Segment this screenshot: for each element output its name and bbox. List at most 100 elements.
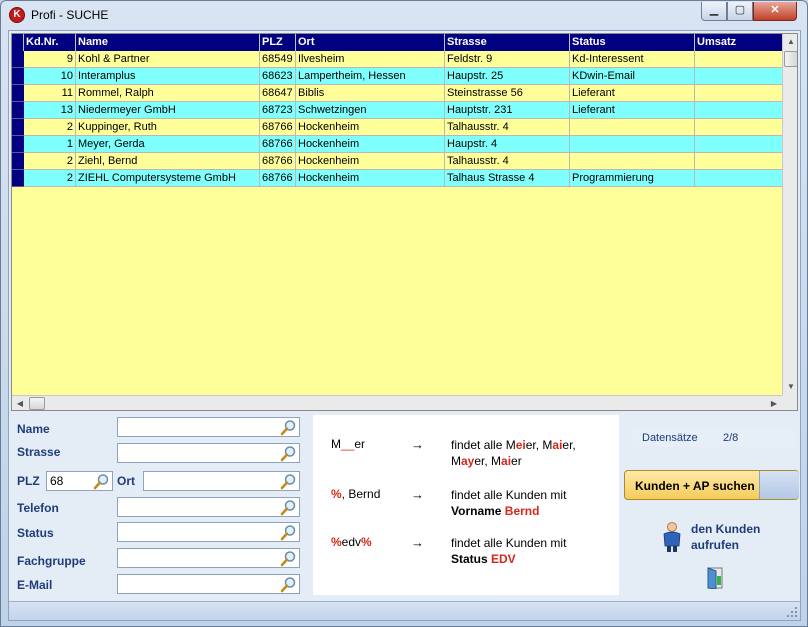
title-bar[interactable]: K Profi - SUCHE ▁ ▢ ✕ (1, 1, 807, 29)
cell-ort: Hockenheim (296, 136, 445, 153)
scroll-corner (782, 395, 797, 410)
column-header-strasse[interactable]: Strasse (445, 34, 570, 51)
search-icon[interactable] (280, 524, 297, 541)
app-logo-icon: K (9, 7, 25, 23)
name-field[interactable] (117, 417, 300, 437)
status-input[interactable] (118, 523, 277, 541)
table-row[interactable]: 9 Kohl & Partner 68549 Ilvesheim Feldstr. 9K… (12, 51, 795, 68)
cell-name: Meyer, Gerda (76, 136, 260, 153)
search-icon[interactable] (280, 576, 297, 593)
row-indicator[interactable] (12, 170, 24, 187)
cell-kdnr: 1 (24, 136, 76, 153)
strasse-field[interactable] (117, 443, 300, 463)
column-header-plz[interactable]: PLZ (260, 34, 296, 51)
fachgruppe-field[interactable] (117, 548, 300, 568)
scroll-up-icon[interactable]: ▲ (783, 34, 797, 50)
arrow-right-icon: → (411, 437, 424, 452)
row-indicator[interactable] (12, 136, 24, 153)
exit-door-icon[interactable] (704, 567, 724, 589)
vertical-scroll-thumb[interactable] (784, 51, 797, 67)
close-icon: ✕ (770, 4, 780, 16)
name-input[interactable] (118, 418, 277, 436)
close-button[interactable]: ✕ (753, 2, 797, 21)
cell-plz: 68623 (260, 68, 296, 85)
table-row[interactable]: 2 Ziehl, Bernd 68766 Hockenheim Talhausstr. … (12, 153, 795, 170)
cell-name: Niedermeyer GmbH (76, 102, 260, 119)
table-row[interactable]: 2 Kuppinger, Ruth 68766 Hockenheim Talhausst… (12, 119, 795, 136)
cell-umsatz (695, 102, 795, 119)
cell-name: Ziehl, Bernd (76, 153, 260, 170)
cell-umsatz (695, 136, 795, 153)
horizontal-scroll-thumb[interactable] (29, 397, 45, 410)
column-header-umsatz[interactable]: Umsatz (695, 34, 795, 51)
cell-name: Rommel, Ralph (76, 85, 260, 102)
horizontal-scrollbar[interactable]: ◀ ▶ (12, 395, 782, 410)
status-label: Status (17, 526, 54, 540)
cell-status: Programmierung (570, 170, 695, 187)
cell-status: Lieferant (570, 102, 695, 119)
ort-field[interactable] (143, 471, 300, 491)
table-row[interactable]: 13 Niedermeyer GmbH 68723 Schwetzingen Haupt… (12, 102, 795, 119)
search-icon[interactable] (280, 419, 297, 436)
plz-field[interactable] (46, 471, 113, 491)
open-customer-link[interactable]: den Kunden aufrufen (662, 520, 792, 560)
arrow-right-icon: → (411, 487, 424, 502)
row-indicator[interactable] (12, 51, 24, 68)
cell-name: Kohl & Partner (76, 51, 260, 68)
cell-kdnr: 13 (24, 102, 76, 119)
help-description: findet alle Meier, Maier, Mayer, Maier (451, 438, 576, 468)
table-row[interactable]: 2 ZIEHL Computersysteme GmbH 68766 Hockenhe… (12, 170, 795, 187)
row-indicator[interactable] (12, 119, 24, 136)
email-field[interactable] (117, 574, 300, 594)
scroll-right-icon[interactable]: ▶ (766, 396, 782, 410)
cell-status: KDwin-Email (570, 68, 695, 85)
column-header-status[interactable]: Status (570, 34, 695, 51)
table-row[interactable]: 11 Rommel, Ralph 68647 Biblis Steinstrasse 5… (12, 85, 795, 102)
telefon-field[interactable] (117, 497, 300, 517)
column-header-name[interactable]: Name (76, 34, 260, 51)
cell-kdnr: 11 (24, 85, 76, 102)
scroll-left-icon[interactable]: ◀ (12, 396, 28, 410)
column-header-ort[interactable]: Ort (296, 34, 445, 51)
ort-input[interactable] (144, 472, 277, 490)
row-indicator[interactable] (12, 68, 24, 85)
status-field[interactable] (117, 522, 300, 542)
plz-input[interactable] (47, 472, 90, 490)
search-icon[interactable] (93, 473, 110, 490)
search-customers-label: Kunden + AP suchen (635, 479, 755, 493)
fachgruppe-input[interactable] (118, 549, 277, 567)
resize-grip-icon[interactable] (786, 606, 798, 618)
table-row[interactable]: 10 Interamplus 68623 Lampertheim, Hessen Hau… (12, 68, 795, 85)
column-header-kdnr[interactable]: Kd.Nr. (24, 34, 76, 51)
search-icon[interactable] (280, 499, 297, 516)
row-indicator[interactable] (12, 102, 24, 119)
row-indicator[interactable] (12, 85, 24, 102)
help-description: findet alle Kunden mit Vorname Bernd (451, 488, 567, 518)
vertical-scrollbar[interactable]: ▲ ▼ (782, 34, 797, 395)
cell-ort: Hockenheim (296, 170, 445, 187)
telefon-input[interactable] (118, 498, 277, 516)
search-icon[interactable] (280, 445, 297, 462)
table-row[interactable]: 1 Meyer, Gerda 68766 Hockenheim Haupstr. 4 (12, 136, 795, 153)
strasse-label: Strasse (17, 445, 61, 459)
search-button-side-panel[interactable] (759, 471, 799, 499)
search-icon[interactable] (280, 550, 297, 567)
row-indicator[interactable] (12, 153, 24, 170)
search-icon[interactable] (280, 473, 297, 490)
minimize-button[interactable]: ▁ (701, 2, 727, 21)
cell-plz: 68723 (260, 102, 296, 119)
cell-ort: Hockenheim (296, 153, 445, 170)
cell-status: Lieferant (570, 85, 695, 102)
cell-name: ZIEHL Computersysteme GmbH (76, 170, 260, 187)
email-input[interactable] (118, 575, 277, 593)
scroll-down-icon[interactable]: ▼ (783, 379, 797, 395)
cell-status: Kd-Interessent (570, 51, 695, 68)
cell-ort: Schwetzingen (296, 102, 445, 119)
results-grid[interactable]: Kd.Nr. Name PLZ Ort Strasse Status Umsatz 9 Koh… (11, 33, 798, 411)
cell-plz: 68647 (260, 85, 296, 102)
help-pattern: M__er (331, 437, 366, 451)
search-customers-button[interactable]: Kunden + AP suchen (624, 470, 799, 500)
strasse-input[interactable] (118, 444, 277, 462)
maximize-button[interactable]: ▢ (727, 2, 753, 21)
help-pattern: %edv% (331, 535, 372, 549)
